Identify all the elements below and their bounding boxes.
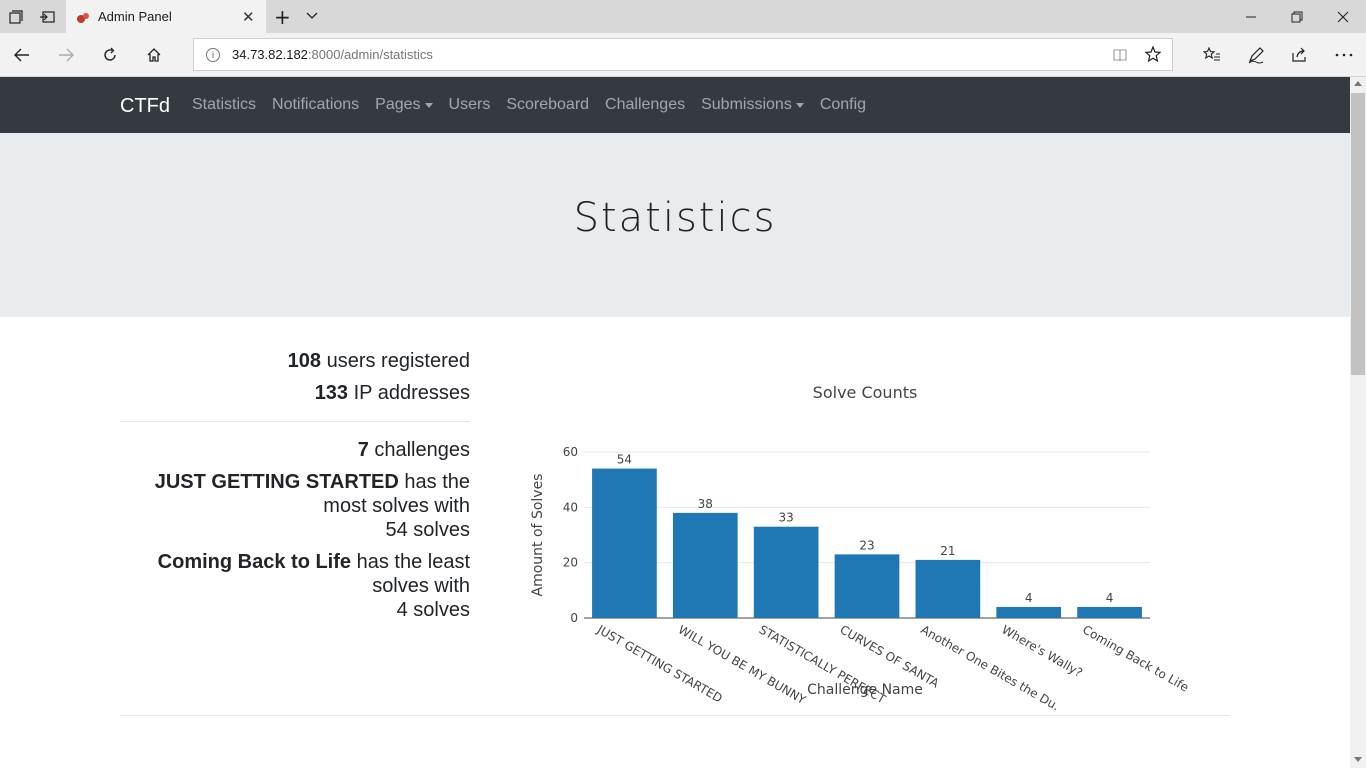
browser-tab-bar: Admin Panel ✕ + xyxy=(0,0,1366,33)
bar-value-label: 21 xyxy=(940,544,955,558)
solve-counts-chart: Solve Counts020406054JUST GETTING STARTE… xyxy=(530,383,1191,710)
bar-value-label: 4 xyxy=(1025,591,1033,605)
favorites-list-icon[interactable] xyxy=(1202,45,1222,65)
ctfd-favicon xyxy=(76,10,90,24)
active-tab[interactable]: Admin Panel ✕ xyxy=(66,0,266,33)
least-solved-stat: Coming Back to Life has the least solves… xyxy=(157,551,470,621)
divider xyxy=(120,421,470,422)
admin-navbar: CTFd Statistics Notifications Pages User… xyxy=(0,77,1350,133)
page-scrollbar[interactable] xyxy=(1350,77,1366,768)
y-tick-label: 40 xyxy=(563,500,578,514)
bar xyxy=(1077,606,1142,618)
y-tick-label: 60 xyxy=(563,445,578,459)
bar xyxy=(592,468,657,618)
divider xyxy=(120,715,1230,716)
stats-summary: 108 users registered 133 IP addresses 7 … xyxy=(120,345,470,622)
scroll-thumb[interactable] xyxy=(1351,93,1365,375)
reading-view-icon[interactable] xyxy=(1112,47,1128,67)
caret-down-icon xyxy=(795,102,804,108)
bar-value-label: 33 xyxy=(779,511,794,525)
x-tick-label: Another One Bites the Du... xyxy=(918,622,1068,710)
nav-item-config[interactable]: Config xyxy=(820,96,866,114)
chart-title: Solve Counts xyxy=(813,383,918,402)
forward-icon[interactable] xyxy=(56,45,76,65)
y-tick-label: 0 xyxy=(570,611,578,625)
tab-list-icon[interactable] xyxy=(305,8,319,27)
y-axis-label: Amount of Solves xyxy=(530,474,546,597)
back-icon[interactable] xyxy=(12,45,32,65)
url-input[interactable]: i 34.73.82.182:8000/admin/statistics xyxy=(193,38,1173,71)
restore-icon[interactable] xyxy=(1274,0,1320,33)
refresh-icon[interactable] xyxy=(100,45,120,65)
bar xyxy=(996,606,1062,618)
pen-icon[interactable] xyxy=(1246,45,1266,65)
share-icon[interactable] xyxy=(1290,45,1310,65)
info-icon[interactable]: i xyxy=(206,48,220,62)
url-text: 34.73.82.182:8000/admin/statistics xyxy=(232,47,433,62)
nav-item-pages[interactable]: Pages xyxy=(375,96,433,114)
close-icon[interactable]: ✕ xyxy=(242,8,255,26)
scroll-down-icon[interactable] xyxy=(1354,757,1362,762)
nav-item-notifications[interactable]: Notifications xyxy=(272,96,359,114)
y-tick-label: 20 xyxy=(563,556,578,570)
challenges-stat: 7 challenges xyxy=(357,439,470,461)
bar xyxy=(672,512,738,618)
nav-item-statistics[interactable]: Statistics xyxy=(192,96,256,114)
address-bar: i 34.73.82.182:8000/admin/statistics xyxy=(0,33,1366,77)
minimize-icon[interactable] xyxy=(1228,0,1274,33)
scroll-up-icon[interactable] xyxy=(1354,81,1362,86)
bar-value-label: 54 xyxy=(617,453,632,467)
new-tab-icon[interactable]: + xyxy=(274,5,291,29)
x-tick-label: Coming Back to Life xyxy=(1080,622,1191,694)
x-axis-label: Challenge Name xyxy=(807,682,923,698)
bar xyxy=(834,554,900,618)
most-solved-stat: JUST GETTING STARTED has the most solves… xyxy=(154,471,470,541)
bar xyxy=(915,559,981,618)
nav-item-submissions[interactable]: Submissions xyxy=(701,96,804,114)
tab-title: Admin Panel xyxy=(98,9,172,24)
set-aside-tabs-icon[interactable] xyxy=(38,8,56,26)
bar xyxy=(753,526,819,618)
bar-value-label: 23 xyxy=(859,538,874,552)
nav-item-challenges[interactable]: Challenges xyxy=(605,96,685,114)
nav-item-scoreboard[interactable]: Scoreboard xyxy=(506,96,589,114)
home-icon[interactable] xyxy=(144,45,164,65)
ip-addresses-stat: 133 IP addresses xyxy=(314,382,470,404)
favorite-star-icon[interactable] xyxy=(1144,45,1162,67)
caret-down-icon xyxy=(424,102,433,108)
bar-value-label: 4 xyxy=(1106,591,1114,605)
brand-logo[interactable]: CTFd xyxy=(120,95,170,118)
x-tick-label: WILL YOU BE MY BUNNY xyxy=(676,622,809,707)
users-registered-stat: 108 users registered xyxy=(287,350,470,372)
page-title: Statistics xyxy=(573,195,777,241)
more-icon[interactable] xyxy=(1334,45,1354,65)
tab-manager-icon[interactable] xyxy=(7,8,25,26)
nav-item-users[interactable]: Users xyxy=(449,96,491,114)
nav-menu: Statistics Notifications Pages Users Sco… xyxy=(192,96,882,114)
bar-value-label: 38 xyxy=(698,497,713,511)
close-window-icon[interactable] xyxy=(1320,0,1366,33)
page-header: Statistics xyxy=(0,133,1350,317)
